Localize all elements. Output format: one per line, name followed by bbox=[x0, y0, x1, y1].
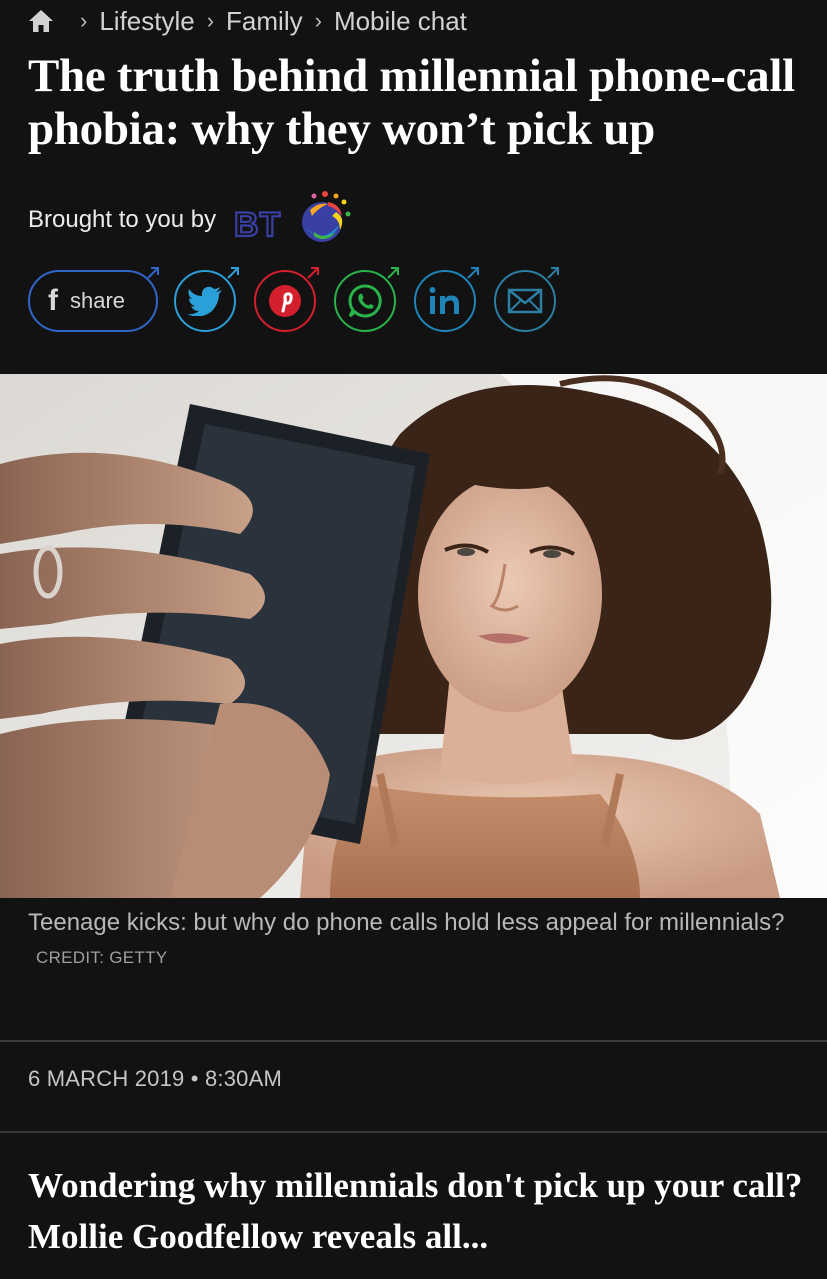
external-arrow-icon bbox=[147, 267, 159, 279]
external-arrow-icon bbox=[387, 267, 399, 279]
divider bbox=[0, 1131, 827, 1133]
home-icon[interactable] bbox=[28, 8, 54, 34]
twitter-icon bbox=[187, 286, 222, 316]
divider bbox=[0, 1040, 827, 1042]
breadcrumb-family[interactable]: Family bbox=[226, 6, 303, 37]
email-share-button[interactable] bbox=[494, 267, 559, 332]
hero-image bbox=[0, 374, 827, 898]
image-credit: CREDIT: GETTY bbox=[36, 948, 168, 967]
breadcrumb: › Lifestyle › Family › Mobile chat bbox=[28, 4, 467, 38]
pinterest-icon bbox=[269, 285, 301, 317]
facebook-share-button[interactable]: f share bbox=[28, 267, 159, 332]
chevron-right-icon: › bbox=[206, 8, 215, 33]
twitter-share-button[interactable] bbox=[174, 267, 239, 332]
article-standfirst: Wondering why millennials don't pick up … bbox=[28, 1166, 803, 1256]
image-caption: Teenage kicks: but why do phone calls ho… bbox=[28, 906, 788, 974]
share-row: f share bbox=[28, 267, 574, 334]
external-arrow-icon bbox=[547, 267, 559, 279]
linkedin-share-button[interactable] bbox=[414, 267, 479, 332]
bt-logo[interactable]: BT bbox=[232, 188, 362, 252]
caption-text: Teenage kicks: but why do phone calls ho… bbox=[28, 909, 785, 936]
publish-date: 6 MARCH 2019 • 8:30AM bbox=[28, 1066, 283, 1091]
facebook-icon: f bbox=[48, 284, 58, 317]
external-arrow-icon bbox=[467, 267, 479, 279]
breadcrumb-lifestyle[interactable]: Lifestyle bbox=[99, 6, 194, 37]
chevron-right-icon: › bbox=[314, 8, 322, 33]
external-arrow-icon bbox=[227, 267, 239, 279]
whatsapp-icon bbox=[348, 284, 382, 318]
external-arrow-icon bbox=[307, 267, 319, 279]
whatsapp-share-button[interactable] bbox=[334, 267, 399, 332]
breadcrumb-mobile-chat[interactable]: Mobile chat bbox=[334, 6, 467, 37]
linkedin-icon bbox=[429, 287, 459, 314]
sponsor-label: Brought to you by bbox=[28, 206, 217, 233]
article-headline: The truth behind millennial phone-call p… bbox=[28, 50, 795, 155]
share-label: share bbox=[70, 288, 126, 313]
sponsor-block: Brought to you by BT bbox=[28, 190, 362, 250]
email-icon bbox=[507, 288, 543, 314]
chevron-right-icon: › bbox=[80, 8, 88, 33]
pinterest-share-button[interactable] bbox=[254, 267, 319, 332]
svg-text:BT: BT bbox=[234, 206, 281, 244]
